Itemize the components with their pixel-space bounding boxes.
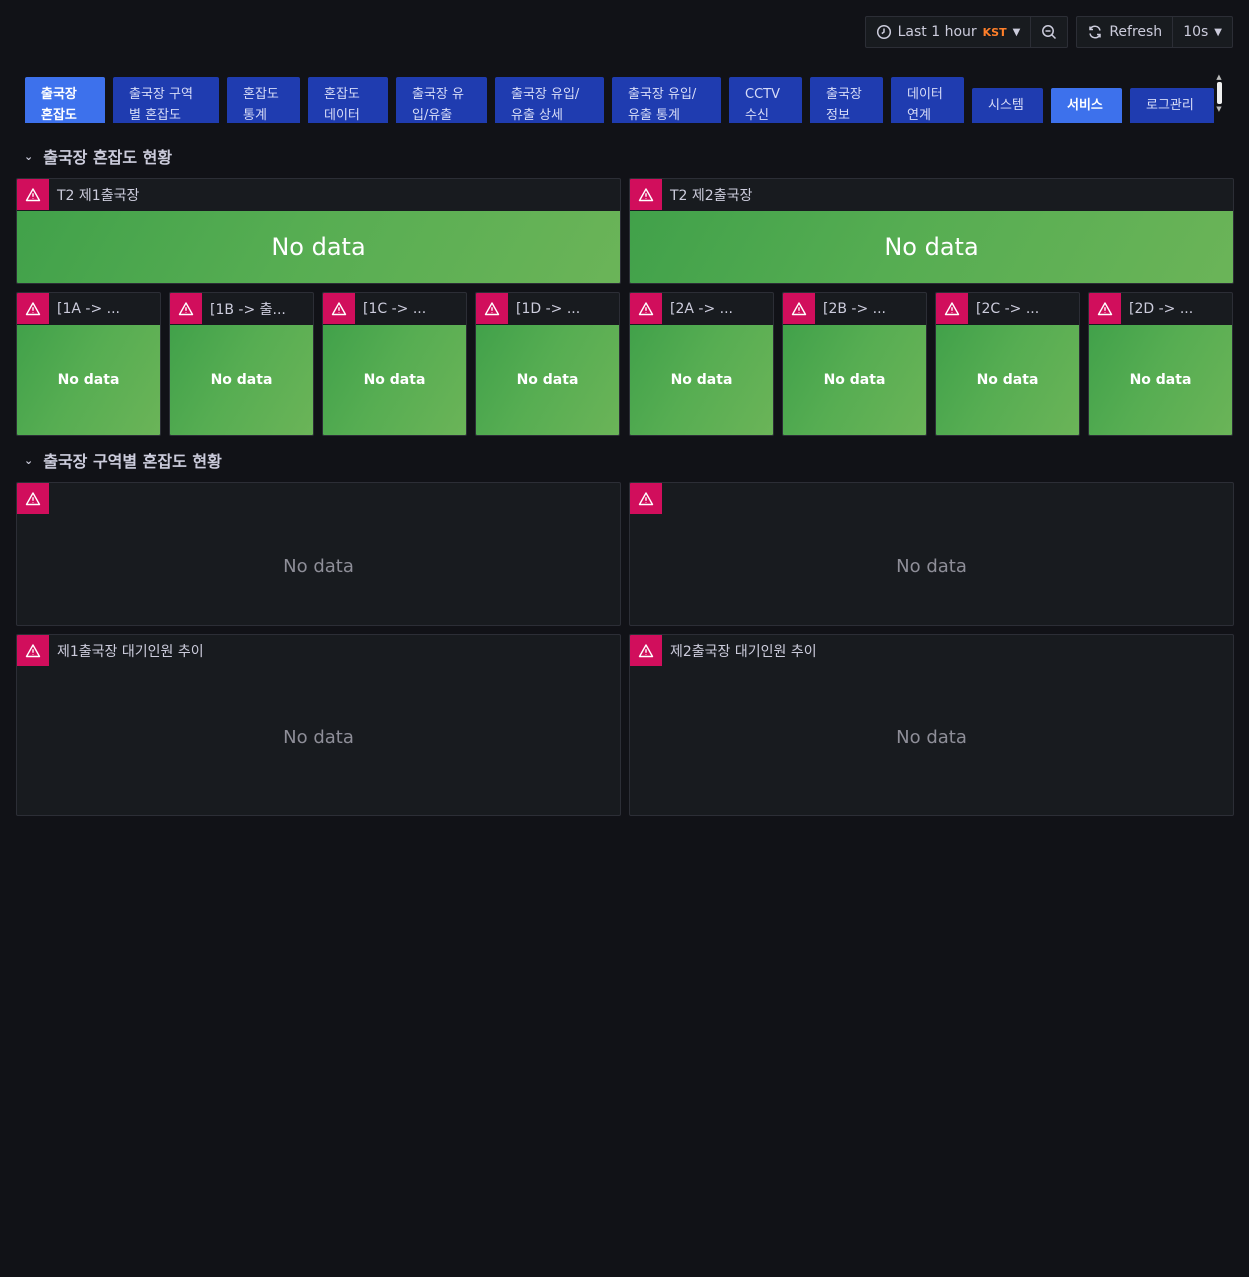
scroll-down-icon[interactable]: ▼	[1214, 105, 1224, 113]
scroll-up-icon[interactable]: ▲	[1214, 73, 1224, 81]
refresh-label: Refresh	[1109, 24, 1163, 40]
chevron-down-icon: ⌄	[24, 453, 34, 467]
panel-title: 제2출국장 대기인원 추이	[670, 643, 817, 660]
tab-log-management[interactable]: 로그관리	[1130, 88, 1214, 123]
tab-inflow-outflow[interactable]: 출국장 유 입/유출	[396, 77, 487, 123]
tab-inflow-outflow-stats[interactable]: 출국장 유입/유출 통계	[612, 77, 721, 123]
tab-system[interactable]: 시스템	[972, 88, 1043, 123]
warning-icon[interactable]	[17, 293, 49, 324]
panel-zone-2b[interactable]: [2B -> ... No data	[782, 292, 927, 436]
panel-zone-1b[interactable]: [1B -> 출... No data	[169, 292, 314, 436]
tab-cctv-receive[interactable]: CCTV 수신	[729, 77, 802, 123]
no-data-message: No data	[283, 726, 354, 748]
panel-zone-2c[interactable]: [2C -> ... No data	[935, 292, 1080, 436]
refresh-interval-label: 10s	[1183, 24, 1209, 40]
panel-title: [2A -> ...	[670, 300, 733, 317]
stat-value: No data	[17, 325, 160, 435]
panel-area-1[interactable]: No data	[16, 482, 621, 626]
panel-area-2[interactable]: No data	[629, 482, 1234, 626]
panel-title: [1D -> ...	[516, 300, 581, 317]
tabs-scrollbar[interactable]: ▲ ▼	[1214, 73, 1224, 123]
panel-title: T2 제1출국장	[57, 187, 140, 204]
panel-title: [1C -> ...	[363, 300, 427, 317]
stat-value: No data	[630, 325, 773, 435]
time-range-label: Last 1 hour	[897, 24, 977, 40]
tab-departure-info[interactable]: 출국장 정보	[810, 77, 883, 123]
timezone-label: KST	[982, 25, 1007, 39]
panel-title: [1B -> 출...	[210, 301, 286, 318]
refresh-icon	[1087, 24, 1103, 40]
chevron-down-icon: ▼	[1012, 26, 1021, 38]
refresh-interval-picker[interactable]: 10s ▼	[1173, 17, 1232, 47]
warning-icon[interactable]	[323, 293, 355, 324]
panel-title: [1A -> ...	[57, 300, 120, 317]
stat-value: No data	[170, 325, 313, 435]
warning-icon[interactable]	[630, 179, 662, 210]
panel-zone-2a[interactable]: [2A -> ... No data	[629, 292, 774, 436]
warning-icon[interactable]	[17, 179, 49, 210]
dashboard-links-bar: 출국장 혼잡도 출국장 구역 별 혼잡도 혼잡도 통계 혼잡도 데이터 출국장 유 입/유…	[25, 77, 1225, 123]
tab-service[interactable]: 서비스	[1051, 88, 1122, 123]
warning-icon[interactable]	[630, 635, 662, 666]
stat-value: No data	[783, 325, 926, 435]
stat-value: No data	[936, 325, 1079, 435]
zoom-out-button[interactable]	[1031, 17, 1067, 47]
time-picker-group: Last 1 hour KST ▼	[864, 16, 1069, 48]
tab-zone-congestion[interactable]: 출국장 구역 별 혼잡도	[113, 77, 219, 123]
stat-value: No data	[17, 211, 620, 283]
panel-title: 제1출국장 대기인원 추이	[57, 643, 204, 660]
panel-title: [2B -> ...	[823, 300, 887, 317]
warning-icon[interactable]	[630, 483, 662, 514]
dashboard-toolbar: Last 1 hour KST ▼ Refresh 10s ▼	[864, 16, 1233, 48]
warning-icon[interactable]	[936, 293, 968, 324]
panel-title: [2C -> ...	[976, 300, 1040, 317]
row-title: 출국장 구역별 혼잡도 현황	[43, 452, 222, 471]
stat-value: No data	[476, 325, 619, 435]
panel-zone-1d[interactable]: [1D -> ... No data	[475, 292, 620, 436]
tab-congestion-data[interactable]: 혼잡도 데이터	[308, 77, 388, 123]
panel-title: T2 제2출국장	[670, 187, 753, 204]
panel-zone-1c[interactable]: [1C -> ... No data	[322, 292, 467, 436]
stat-value: No data	[630, 211, 1233, 283]
chevron-down-icon: ⌄	[24, 149, 34, 163]
warning-icon[interactable]	[1089, 293, 1121, 324]
scroll-thumb[interactable]	[1216, 82, 1222, 104]
warning-icon[interactable]	[17, 635, 49, 666]
no-data-message: No data	[283, 555, 354, 577]
warning-icon[interactable]	[17, 483, 49, 514]
panel-t2-departure-1[interactable]: T2 제1출국장 No data	[16, 178, 621, 284]
tab-data-link[interactable]: 데이터 연계	[891, 77, 964, 123]
panel-departure-2-waiting-trend[interactable]: 제2출국장 대기인원 추이 No data	[629, 634, 1234, 816]
stat-value: No data	[1089, 325, 1232, 435]
tab-inflow-outflow-detail[interactable]: 출국장 유입/유출 상세	[495, 77, 604, 123]
no-data-message: No data	[896, 726, 967, 748]
panel-title: [2D -> ...	[1129, 300, 1194, 317]
chevron-down-icon: ▼	[1214, 26, 1222, 38]
clock-icon	[876, 24, 892, 40]
refresh-button[interactable]: Refresh	[1077, 17, 1172, 47]
warning-icon[interactable]	[630, 293, 662, 324]
row-title: 출국장 혼잡도 현황	[43, 148, 173, 167]
warning-icon[interactable]	[783, 293, 815, 324]
tab-congestion-stats[interactable]: 혼잡도 통계	[227, 77, 300, 123]
no-data-message: No data	[896, 555, 967, 577]
refresh-group: Refresh 10s ▼	[1076, 16, 1233, 48]
warning-icon[interactable]	[170, 293, 202, 324]
zoom-out-icon	[1041, 24, 1057, 40]
warning-icon[interactable]	[476, 293, 508, 324]
stat-value: No data	[323, 325, 466, 435]
row-header-zone-congestion[interactable]: ⌄ 출국장 구역별 혼잡도 현황	[24, 448, 222, 472]
panel-zone-1a[interactable]: [1A -> ... No data	[16, 292, 161, 436]
panel-t2-departure-2[interactable]: T2 제2출국장 No data	[629, 178, 1234, 284]
panel-zone-2d[interactable]: [2D -> ... No data	[1088, 292, 1233, 436]
tab-departure-congestion[interactable]: 출국장 혼잡도	[25, 77, 105, 123]
time-range-picker[interactable]: Last 1 hour KST ▼	[866, 17, 1031, 47]
row-header-congestion[interactable]: ⌄ 출국장 혼잡도 현황	[24, 144, 172, 168]
panel-departure-1-waiting-trend[interactable]: 제1출국장 대기인원 추이 No data	[16, 634, 621, 816]
